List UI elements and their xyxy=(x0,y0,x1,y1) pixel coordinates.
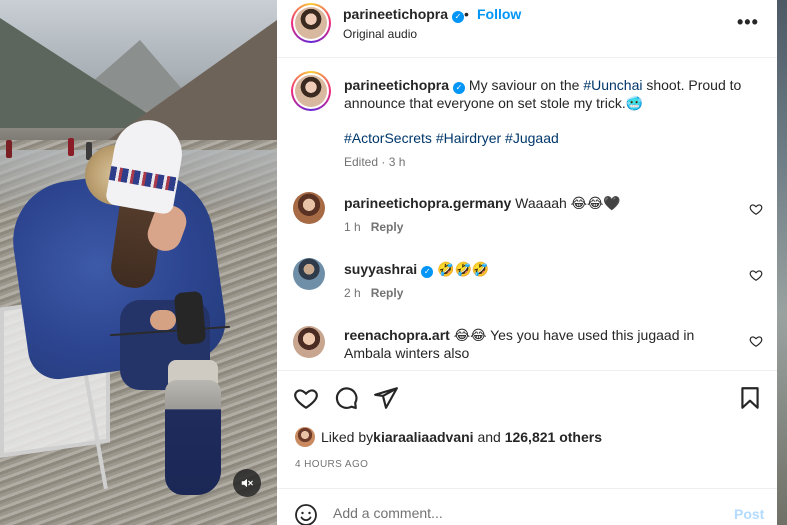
comment-text: parineetichopra.germany Waaaah 😂😂🖤 xyxy=(344,194,744,212)
caption-text: My saviour on the xyxy=(468,77,584,93)
background-person xyxy=(68,138,74,156)
comment-username[interactable]: suyyashrai xyxy=(344,261,417,277)
comment-text: suyyashrai ✓ 🤣🤣🤣 xyxy=(344,260,744,278)
caption-hashtags[interactable]: #ActorSecrets #Hairdryer #Jugaad xyxy=(344,130,559,146)
post-header: parineetichopra ✓ • Follow Original audio… xyxy=(277,0,777,58)
comment-body: Waaaah 😂😂🖤 xyxy=(515,195,621,211)
caption-username[interactable]: parineetichopra xyxy=(344,77,449,93)
post-timestamp[interactable]: 4 HOURS AGO xyxy=(295,459,368,470)
liked-middle: and xyxy=(473,429,505,445)
commenter-avatar[interactable] xyxy=(293,192,325,224)
like-comment-heart-icon[interactable] xyxy=(749,334,763,348)
post-video[interactable] xyxy=(0,0,277,525)
background-overlay-strip xyxy=(777,0,787,525)
comment-icon[interactable] xyxy=(333,385,359,411)
likes-count[interactable]: 126,821 others xyxy=(505,429,602,445)
liked-prefix: Liked by xyxy=(321,429,374,445)
comment-username[interactable]: reenachopra.art xyxy=(344,327,450,343)
mute-button[interactable] xyxy=(233,469,261,497)
author-avatar[interactable] xyxy=(291,3,331,43)
post-panel: parineetichopra ✓ • Follow Original audio… xyxy=(277,0,777,525)
follow-button[interactable]: Follow xyxy=(477,6,521,22)
post-comment-button[interactable]: Post xyxy=(734,506,764,522)
audio-label[interactable]: Original audio xyxy=(343,27,417,41)
comment-time: 2 h xyxy=(344,286,361,300)
comment-meta: 1 h Reply xyxy=(344,220,403,234)
comment-input[interactable] xyxy=(333,501,713,525)
hashtag-link[interactable]: #Uunchai xyxy=(583,77,642,93)
hand xyxy=(150,310,176,330)
separator-dot: • xyxy=(464,6,469,22)
more-options-icon[interactable]: ••• xyxy=(737,12,759,33)
reply-button[interactable]: Reply xyxy=(371,220,404,234)
comment-item: suyyashrai ✓ 🤣🤣🤣 2 h Reply xyxy=(277,258,777,318)
cold-face-emoji: 🥶 xyxy=(625,95,644,111)
background-person xyxy=(6,140,12,158)
share-send-icon[interactable] xyxy=(373,385,399,411)
commenter-avatar[interactable] xyxy=(293,258,325,290)
save-bookmark-icon[interactable] xyxy=(737,385,763,411)
emoji-icon[interactable] xyxy=(294,503,318,525)
post-caption: parineetichopra ✓ My saviour on the #Uunc… xyxy=(344,76,754,112)
hairdryer xyxy=(173,290,207,346)
snow-boot xyxy=(165,380,221,495)
author-username[interactable]: parineetichopra ✓ xyxy=(343,6,465,23)
commenter-avatar[interactable] xyxy=(293,326,325,358)
add-comment-bar: Post xyxy=(277,488,777,525)
verified-badge-icon: ✓ xyxy=(421,266,434,278)
comment-time: 1 h xyxy=(344,220,361,234)
comment-username[interactable]: parineetichopra.germany xyxy=(344,195,511,211)
liked-username[interactable]: kiaraaliaadvani xyxy=(373,429,473,445)
comment-item: parineetichopra.germany Waaaah 😂😂🖤 1 h Re… xyxy=(277,192,777,252)
comment-meta: 2 h Reply xyxy=(344,286,403,300)
comment-body: 🤣🤣🤣 xyxy=(437,261,490,277)
likes-summary: Liked by kiaraaliaadvani and 126,821 oth… xyxy=(295,427,602,447)
speaker-muted-icon xyxy=(241,478,253,488)
verified-badge-icon: ✓ xyxy=(453,82,466,94)
reply-button[interactable]: Reply xyxy=(371,286,404,300)
like-comment-heart-icon[interactable] xyxy=(749,268,763,282)
post-actions: Liked by kiaraaliaadvani and 126,821 oth… xyxy=(277,370,777,500)
comment-text: reenachopra.art 😂😂 Yes you have used thi… xyxy=(344,326,704,362)
like-heart-icon[interactable] xyxy=(293,385,319,411)
caption-author-avatar[interactable] xyxy=(291,71,331,111)
edited-timestamp: Edited · 3 h xyxy=(344,155,406,169)
like-comment-heart-icon[interactable] xyxy=(749,202,763,216)
verified-badge-icon: ✓ xyxy=(452,11,465,23)
liker-avatar[interactable] xyxy=(295,427,315,447)
